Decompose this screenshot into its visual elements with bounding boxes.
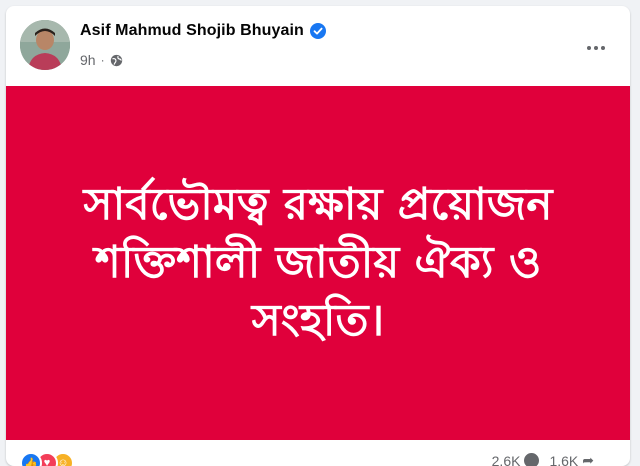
share-icon: ➦ xyxy=(582,452,594,466)
post-card: Asif Mahmud Shojib Bhuyain 9h · xyxy=(6,6,630,466)
share-count[interactable]: 1.6K ➦ xyxy=(549,452,594,466)
post-image[interactable]: সার্বভৌমত্ব রক্ষায় প্রয়োজন শক্তিশালী জ… xyxy=(6,86,630,440)
post-timestamp[interactable]: 9h xyxy=(80,52,96,68)
verified-badge-icon xyxy=(310,23,326,39)
more-options-button[interactable] xyxy=(578,30,614,66)
post-image-line: সংহতি। xyxy=(58,292,578,350)
reactions-summary[interactable]: 👍 ♥ ☺ xyxy=(20,452,68,466)
author-row: Asif Mahmud Shojib Bhuyain xyxy=(80,22,326,40)
engagement-counts: 2.6K 1.6K ➦ xyxy=(492,452,594,466)
post-image-text: সার্বভৌমত্ব রক্ষায় প্রয়োজন শক্তিশালী জ… xyxy=(58,176,578,350)
meta-separator: · xyxy=(101,53,105,67)
globe-icon[interactable] xyxy=(110,54,123,67)
author-name[interactable]: Asif Mahmud Shojib Bhuyain xyxy=(80,22,304,40)
post-image-line: সার্বভৌমত্ব রক্ষায় প্রয়োজন xyxy=(58,176,578,234)
post-header: Asif Mahmud Shojib Bhuyain 9h · xyxy=(6,6,630,84)
more-options-icon xyxy=(587,46,605,50)
post-meta: 9h · xyxy=(80,52,123,68)
post-image-line: শক্তিশালী জাতীয় ঐক্য ও xyxy=(58,234,578,292)
post-footer: 👍 ♥ ☺ 2.6K 1.6K ➦ xyxy=(6,442,630,466)
author-avatar[interactable] xyxy=(20,20,70,70)
